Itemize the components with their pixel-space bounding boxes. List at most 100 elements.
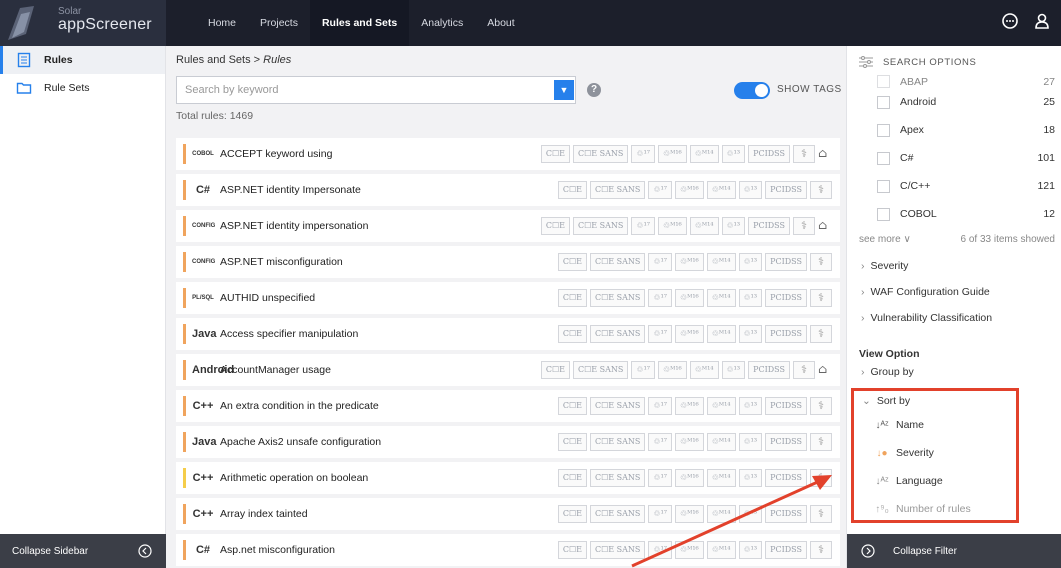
cwe-tag[interactable]: C☐E bbox=[557, 289, 587, 307]
owasp-2017-tag[interactable]: ♲¹⁷ bbox=[648, 289, 672, 307]
language-option[interactable]: C# 101 bbox=[877, 144, 1055, 172]
hipaa-icon[interactable]: ⚕ bbox=[793, 361, 815, 379]
language-option-abap[interactable]: ABAP 27 bbox=[877, 74, 1055, 88]
owasp-2013-tag[interactable]: ♲¹³ bbox=[738, 325, 763, 343]
owasp-mobile-2014-tag[interactable]: ♲ᴹ¹⁴ bbox=[706, 433, 736, 451]
pcidss-tag[interactable]: PCIDSS bbox=[765, 541, 807, 559]
sort-by-toggle[interactable]: ⌄ Sort by bbox=[862, 395, 910, 407]
rule-row[interactable]: PL/SQL AUTHID unspecified C☐E C☐E SANS ♲¹⁷ ♲ᴹ… bbox=[176, 282, 840, 314]
owasp-2013-tag[interactable]: ♲¹³ bbox=[738, 469, 763, 487]
user-icon[interactable]: ⌂ bbox=[818, 145, 832, 163]
group-by-toggle[interactable]: › Group by bbox=[861, 366, 914, 378]
cwe-sans-tag[interactable]: C☐E SANS bbox=[572, 361, 629, 379]
rule-name[interactable]: Arithmetic operation on boolean bbox=[220, 472, 368, 484]
hipaa-icon[interactable]: ⚕ bbox=[810, 325, 832, 343]
owasp-mobile-2016-tag[interactable]: ♲ᴹ¹⁶ bbox=[658, 217, 687, 235]
hipaa-icon[interactable]: ⚕ bbox=[793, 145, 815, 163]
owasp-mobile-2014-tag[interactable]: ♲ᴹ¹⁴ bbox=[706, 289, 736, 307]
chat-icon[interactable] bbox=[1001, 12, 1019, 30]
user-icon[interactable]: ⌂ bbox=[818, 361, 832, 379]
owasp-mobile-2016-tag[interactable]: ♲ᴹ¹⁶ bbox=[675, 181, 704, 199]
sidebar-item-rule-sets[interactable]: Rule Sets bbox=[0, 74, 165, 102]
owasp-2017-tag[interactable]: ♲¹⁷ bbox=[648, 397, 672, 415]
owasp-mobile-2016-tag[interactable]: ♲ᴹ¹⁶ bbox=[675, 253, 704, 271]
owasp-2013-tag[interactable]: ♲¹³ bbox=[738, 397, 763, 415]
owasp-2013-tag[interactable]: ♲¹³ bbox=[738, 253, 763, 271]
rule-name[interactable]: ASP.NET identity impersonation bbox=[220, 220, 368, 232]
checkbox[interactable] bbox=[877, 207, 890, 221]
owasp-mobile-2014-tag[interactable]: ♲ᴹ¹⁴ bbox=[706, 541, 736, 559]
rule-row[interactable]: C++ An extra condition in the predicate C☐… bbox=[176, 390, 840, 422]
hipaa-icon[interactable]: ⚕ bbox=[810, 505, 832, 523]
owasp-2013-tag[interactable]: ♲¹³ bbox=[721, 361, 746, 379]
rule-name[interactable]: Asp.net misconfiguration bbox=[220, 544, 335, 556]
rule-name[interactable]: AccountManager usage bbox=[220, 364, 331, 376]
cwe-tag[interactable]: C☐E bbox=[540, 361, 570, 379]
cwe-tag[interactable]: C☐E bbox=[540, 145, 570, 163]
cwe-tag[interactable]: C☐E bbox=[557, 325, 587, 343]
cwe-sans-tag[interactable]: C☐E SANS bbox=[572, 217, 629, 235]
nav-analytics[interactable]: Analytics bbox=[409, 0, 475, 46]
cwe-sans-tag[interactable]: C☐E SANS bbox=[589, 397, 646, 415]
rule-name[interactable]: Access specifier manipulation bbox=[220, 328, 358, 340]
owasp-2017-tag[interactable]: ♲¹⁷ bbox=[648, 253, 672, 271]
cwe-tag[interactable]: C☐E bbox=[557, 181, 587, 199]
owasp-2017-tag[interactable]: ♲¹⁷ bbox=[648, 433, 672, 451]
rule-name[interactable]: ASP.NET misconfiguration bbox=[220, 256, 343, 268]
cwe-sans-tag[interactable]: C☐E SANS bbox=[572, 145, 629, 163]
help-icon[interactable]: ? bbox=[587, 83, 601, 97]
owasp-2013-tag[interactable]: ♲¹³ bbox=[738, 289, 763, 307]
cwe-sans-tag[interactable]: C☐E SANS bbox=[589, 289, 646, 307]
checkbox[interactable] bbox=[877, 95, 890, 109]
nav-about[interactable]: About bbox=[475, 0, 526, 46]
rule-row[interactable]: C++ Array index tainted C☐E C☐E SANS ♲¹⁷ ♲ᴹ¹⁶… bbox=[176, 498, 840, 530]
cwe-tag[interactable]: C☐E bbox=[557, 541, 587, 559]
rule-name[interactable]: ASP.NET identity Impersonate bbox=[220, 184, 361, 196]
rule-row[interactable]: C++ Arithmetic operation on boolean C☐E C☐E… bbox=[176, 462, 840, 494]
pcidss-tag[interactable]: PCIDSS bbox=[765, 253, 807, 271]
owasp-2017-tag[interactable]: ♲¹⁷ bbox=[648, 469, 672, 487]
filter-section-severity[interactable]: › Severity bbox=[861, 260, 908, 272]
rule-row[interactable]: Android AccountManager usage C☐E C☐E SANS ♲¹… bbox=[176, 354, 840, 386]
pcidss-tag[interactable]: PCIDSS bbox=[748, 217, 790, 235]
user-icon[interactable] bbox=[1033, 12, 1051, 30]
rule-row[interactable]: COBOL ACCEPT keyword using C☐E C☐E SANS ♲¹⁷ ♲… bbox=[176, 138, 840, 170]
owasp-2017-tag[interactable]: ♲¹⁷ bbox=[648, 181, 672, 199]
collapse-filter-button[interactable]: Collapse Filter bbox=[847, 534, 1061, 568]
owasp-mobile-2014-tag[interactable]: ♲ᴹ¹⁴ bbox=[706, 397, 736, 415]
pcidss-tag[interactable]: PCIDSS bbox=[748, 145, 790, 163]
nav-projects[interactable]: Projects bbox=[248, 0, 310, 46]
owasp-2013-tag[interactable]: ♲¹³ bbox=[721, 145, 746, 163]
hipaa-icon[interactable]: ⚕ bbox=[810, 433, 832, 451]
rule-name[interactable]: Apache Axis2 unsafe configuration bbox=[220, 436, 381, 448]
hipaa-icon[interactable]: ⚕ bbox=[810, 397, 832, 415]
see-more-link[interactable]: see more ∨ bbox=[859, 234, 911, 245]
rule-row[interactable]: Java Access specifier manipulation C☐E C☐E … bbox=[176, 318, 840, 350]
rule-name[interactable]: ACCEPT keyword using bbox=[220, 148, 332, 160]
pcidss-tag[interactable]: PCIDSS bbox=[765, 289, 807, 307]
pcidss-tag[interactable]: PCIDSS bbox=[765, 325, 807, 343]
rule-row[interactable]: CONFIG ASP.NET identity impersonation C☐E C… bbox=[176, 210, 840, 242]
pcidss-tag[interactable]: PCIDSS bbox=[765, 397, 807, 415]
owasp-2017-tag[interactable]: ♲¹⁷ bbox=[648, 505, 672, 523]
rule-row[interactable]: Java Apache Axis2 unsafe configuration C☐E… bbox=[176, 426, 840, 458]
hipaa-icon[interactable]: ⚕ bbox=[810, 289, 832, 307]
owasp-mobile-2016-tag[interactable]: ♲ᴹ¹⁶ bbox=[658, 145, 687, 163]
hipaa-icon[interactable]: ⚕ bbox=[810, 253, 832, 271]
sort-option-severity[interactable]: ↓● Severity bbox=[874, 447, 933, 459]
owasp-mobile-2014-tag[interactable]: ♲ᴹ¹⁴ bbox=[689, 361, 719, 379]
checkbox[interactable] bbox=[877, 75, 890, 88]
pcidss-tag[interactable]: PCIDSS bbox=[765, 505, 807, 523]
nav-home[interactable]: Home bbox=[196, 0, 248, 46]
owasp-mobile-2014-tag[interactable]: ♲ᴹ¹⁴ bbox=[689, 217, 719, 235]
hipaa-icon[interactable]: ⚕ bbox=[810, 541, 832, 559]
owasp-mobile-2016-tag[interactable]: ♲ᴹ¹⁶ bbox=[675, 289, 704, 307]
cwe-tag[interactable]: C☐E bbox=[557, 469, 587, 487]
owasp-mobile-2014-tag[interactable]: ♲ᴹ¹⁴ bbox=[706, 253, 736, 271]
cwe-sans-tag[interactable]: C☐E SANS bbox=[589, 469, 646, 487]
cwe-sans-tag[interactable]: C☐E SANS bbox=[589, 325, 646, 343]
pcidss-tag[interactable]: PCIDSS bbox=[748, 361, 790, 379]
owasp-mobile-2014-tag[interactable]: ♲ᴹ¹⁴ bbox=[706, 181, 736, 199]
hipaa-icon[interactable]: ⚕ bbox=[810, 181, 832, 199]
collapse-sidebar-button[interactable]: Collapse Sidebar bbox=[0, 534, 166, 568]
